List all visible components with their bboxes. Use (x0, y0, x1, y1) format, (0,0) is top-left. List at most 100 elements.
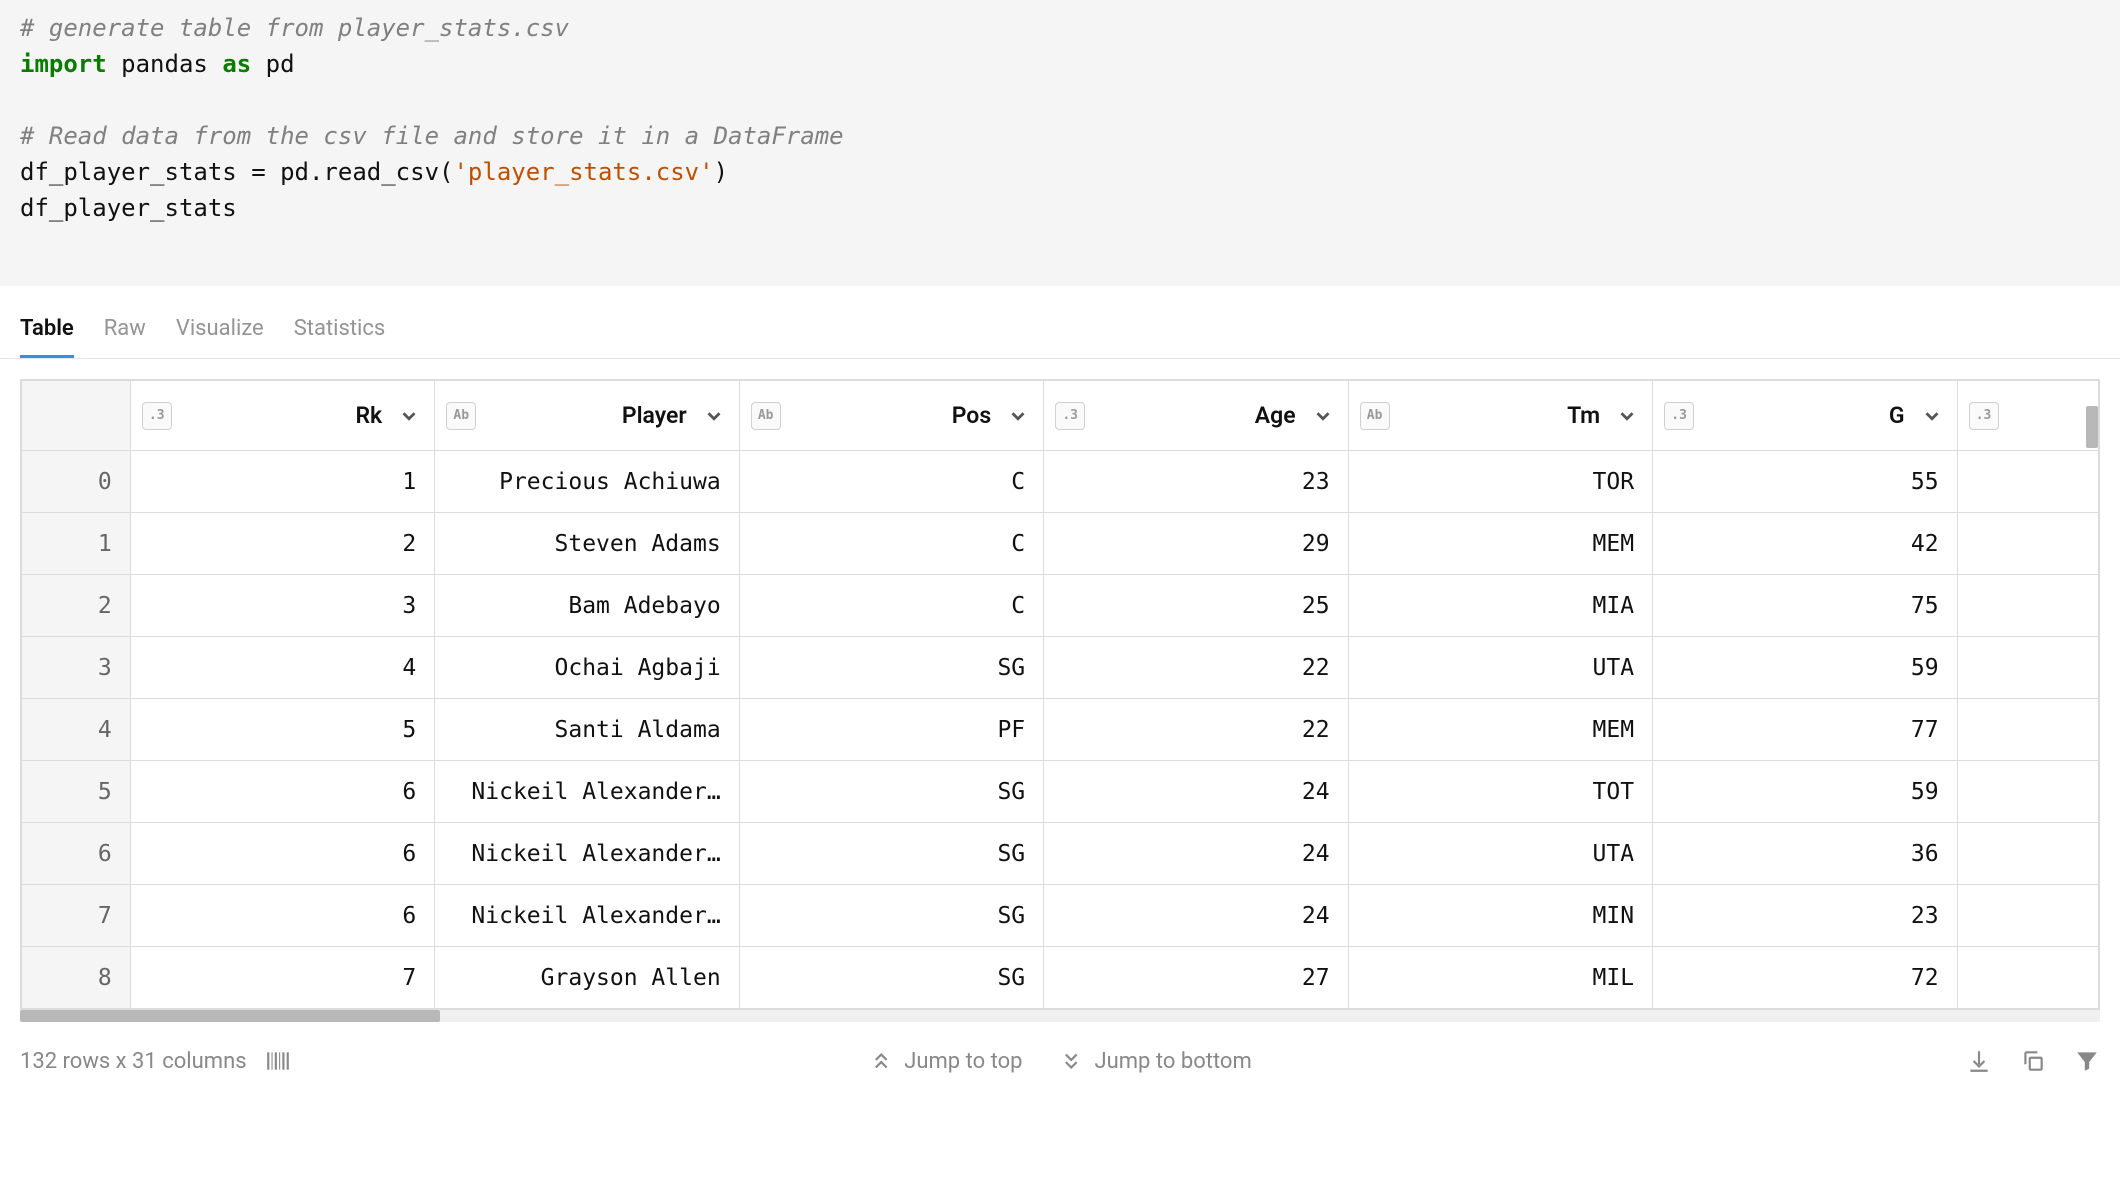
code-comment: # generate table from player_stats.csv (20, 14, 569, 42)
cell-extra (1957, 761, 2098, 823)
table-row[interactable]: 87Grayson AllenSG27MIL72 (22, 947, 2099, 1009)
chevron-down-icon[interactable] (1921, 405, 1943, 427)
cell-extra (1957, 823, 2098, 885)
download-icon[interactable] (1966, 1048, 1992, 1074)
cell-age: 24 (1044, 761, 1348, 823)
index-cell: 2 (22, 575, 131, 637)
table-row[interactable]: 12Steven AdamsC29MEM42 (22, 513, 2099, 575)
type-badge-numeric: .3 (1664, 402, 1694, 430)
cell-extra (1957, 947, 2098, 1009)
tab-label: Table (20, 316, 74, 341)
cell-g: 42 (1653, 513, 1957, 575)
cell-g: 59 (1653, 637, 1957, 699)
vertical-scrollbar-thumb[interactable] (2086, 406, 2098, 448)
cell-extra (1957, 637, 2098, 699)
jump-to-top-button[interactable]: Jump to top (868, 1048, 1022, 1074)
cell-player: Steven Adams (435, 513, 739, 575)
code-text: pd (266, 50, 295, 78)
code-text: pandas (121, 50, 208, 78)
index-cell: 4 (22, 699, 131, 761)
type-badge-text: Ab (751, 402, 781, 430)
barcode-icon[interactable] (265, 1048, 291, 1074)
cell-age: 24 (1044, 823, 1348, 885)
table-row[interactable]: 45Santi AldamaPF22MEM77 (22, 699, 2099, 761)
column-header-player[interactable]: Ab Player (435, 381, 739, 451)
cell-rk: 5 (130, 699, 434, 761)
cell-tm: UTA (1348, 637, 1652, 699)
row-column-count: 132 rows x 31 columns (20, 1049, 247, 1074)
double-chevron-up-icon (868, 1048, 894, 1074)
data-table: .3 Rk Ab Player Ab Pos .3 Age Ab Tm .3 G… (21, 380, 2099, 1009)
cell-pos: PF (739, 699, 1043, 761)
tab-label: Visualize (176, 316, 264, 341)
cell-g: 75 (1653, 575, 1957, 637)
cell-pos: SG (739, 885, 1043, 947)
cell-tm: TOT (1348, 761, 1652, 823)
column-header-pos[interactable]: Ab Pos (739, 381, 1043, 451)
cell-player: Bam Adebayo (435, 575, 739, 637)
table-row[interactable]: 76Nickeil Alexander…SG24MIN23 (22, 885, 2099, 947)
index-cell: 0 (22, 451, 131, 513)
cell-age: 22 (1044, 637, 1348, 699)
jump-to-bottom-button[interactable]: Jump to bottom (1058, 1048, 1251, 1074)
chevron-down-icon[interactable] (1616, 405, 1638, 427)
tab-visualize[interactable]: Visualize (176, 316, 264, 358)
column-header-age[interactable]: .3 Age (1044, 381, 1348, 451)
column-name: Player (622, 402, 687, 429)
cell-rk: 1 (130, 451, 434, 513)
code-string: 'player_stats.csv' (453, 158, 713, 186)
cell-g: 59 (1653, 761, 1957, 823)
cell-extra (1957, 451, 2098, 513)
cell-tm: UTA (1348, 823, 1652, 885)
tab-table[interactable]: Table (20, 316, 74, 358)
cell-rk: 6 (130, 823, 434, 885)
code-text: df_player_stats (20, 194, 237, 222)
code-cell[interactable]: # generate table from player_stats.csv i… (0, 0, 2120, 286)
table-row[interactable]: 01Precious AchiuwaC23TOR55 (22, 451, 2099, 513)
column-header-tm[interactable]: Ab Tm (1348, 381, 1652, 451)
cell-g: 23 (1653, 885, 1957, 947)
index-header[interactable] (22, 381, 131, 451)
cell-rk: 4 (130, 637, 434, 699)
index-cell: 6 (22, 823, 131, 885)
index-cell: 7 (22, 885, 131, 947)
chevron-down-icon[interactable] (1007, 405, 1029, 427)
filter-icon[interactable] (2074, 1048, 2100, 1074)
nav-label: Jump to top (904, 1049, 1022, 1074)
chevron-down-icon[interactable] (398, 405, 420, 427)
table-row[interactable]: 66Nickeil Alexander…SG24UTA36 (22, 823, 2099, 885)
column-header-g[interactable]: .3 G (1653, 381, 1957, 451)
cell-age: 29 (1044, 513, 1348, 575)
type-badge-numeric: .3 (142, 402, 172, 430)
tab-statistics[interactable]: Statistics (294, 316, 386, 358)
cell-g: 72 (1653, 947, 1957, 1009)
horizontal-scrollbar[interactable] (20, 1010, 2100, 1022)
column-header-rk[interactable]: .3 Rk (130, 381, 434, 451)
column-name: G (1889, 402, 1905, 429)
tab-label: Raw (104, 316, 146, 341)
cell-extra (1957, 885, 2098, 947)
type-badge-numeric: .3 (1055, 402, 1085, 430)
column-header-extra[interactable]: .3 (1957, 381, 2098, 451)
nav-label: Jump to bottom (1094, 1049, 1251, 1074)
code-keyword: import (20, 50, 107, 78)
chevron-down-icon[interactable] (1312, 405, 1334, 427)
column-name: Age (1255, 402, 1296, 429)
horizontal-scrollbar-thumb[interactable] (20, 1010, 440, 1022)
table-row[interactable]: 34Ochai AgbajiSG22UTA59 (22, 637, 2099, 699)
cell-age: 27 (1044, 947, 1348, 1009)
cell-age: 23 (1044, 451, 1348, 513)
copy-icon[interactable] (2020, 1048, 2046, 1074)
cell-pos: SG (739, 637, 1043, 699)
index-cell: 3 (22, 637, 131, 699)
table-row[interactable]: 23Bam AdebayoC25MIA75 (22, 575, 2099, 637)
cell-rk: 3 (130, 575, 434, 637)
index-cell: 8 (22, 947, 131, 1009)
table-row[interactable]: 56Nickeil Alexander…SG24TOT59 (22, 761, 2099, 823)
cell-tm: MIL (1348, 947, 1652, 1009)
tab-raw[interactable]: Raw (104, 316, 146, 358)
chevron-down-icon[interactable] (703, 405, 725, 427)
cell-rk: 6 (130, 885, 434, 947)
cell-pos: SG (739, 947, 1043, 1009)
cell-player: Precious Achiuwa (435, 451, 739, 513)
